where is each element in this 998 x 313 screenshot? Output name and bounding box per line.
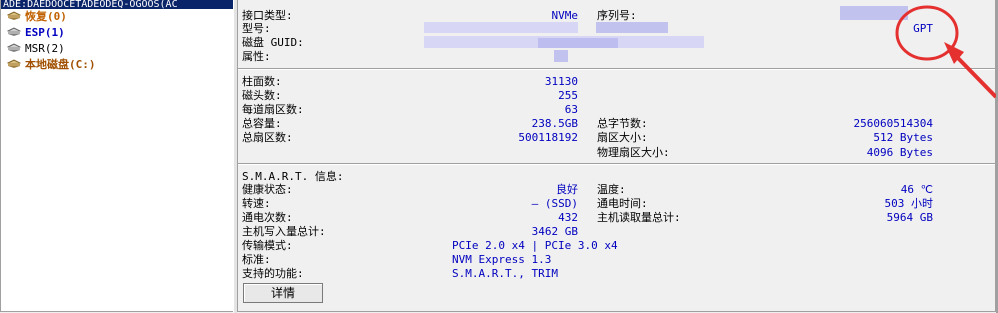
redacted-serial — [840, 6, 908, 20]
total-sectors-value: 500118192 — [518, 131, 578, 144]
supported-features-value: S.M.A.R.T., TRIM — [452, 267, 558, 280]
model-label: 型号: — [242, 22, 271, 35]
tree-item-recovery[interactable]: 恢复(0) — [1, 9, 233, 25]
capacity-label: 总容量: — [242, 117, 282, 130]
tree-item-msr[interactable]: MSR(2) — [1, 41, 233, 57]
sector-size-value: 512 Bytes — [873, 131, 933, 144]
sectors-per-track-label: 每道扇区数: — [242, 103, 304, 116]
total-bytes-label: 总字节数: — [597, 117, 648, 130]
health-value: 良好 — [556, 183, 578, 196]
disk-guid-label: 磁盘 GUID: — [242, 36, 304, 49]
tree-item-local-disk-c[interactable]: 本地磁盘(C:) — [1, 57, 233, 73]
transfer-mode-label: 传输模式: — [242, 239, 293, 252]
smart-title: S.M.A.R.T. 信息: — [242, 170, 344, 183]
physical-sector-size-value: 4096 Bytes — [866, 146, 933, 159]
tree-item-label: 本地磁盘(C:) — [25, 58, 96, 71]
tree-item-label: ESP(1) — [25, 26, 65, 39]
details-button[interactable]: 详情 — [243, 283, 323, 303]
interface-type-value: NVMe — [551, 9, 579, 22]
heads-value: 255 — [558, 89, 578, 102]
power-count-label: 通电次数: — [242, 211, 293, 224]
tree-item-label: MSR(2) — [25, 42, 65, 55]
host-read-label: 主机读取量总计: — [597, 211, 681, 224]
sectors-per-track-value: 63 — [564, 103, 578, 116]
partition-icon — [7, 11, 21, 21]
temperature-label: 温度: — [597, 183, 626, 196]
disk-info-panel: 接口类型: NVMe 序列号: 型号: GPT 磁盘 GUID: 属性: 柱面数… — [237, 0, 996, 312]
section-divider — [238, 163, 995, 165]
partition-icon — [7, 43, 21, 53]
attributes-label: 属性: — [242, 50, 271, 63]
partition-icon — [7, 59, 21, 69]
standard-value: NVM Express 1.3 — [452, 253, 552, 266]
section-divider — [238, 68, 995, 70]
disk-tree: ADE:DAEDOOCETADEODEQ-OGOOS(AC 恢复(0) ESP(… — [0, 0, 234, 312]
tree-item-disk-selected[interactable]: ADE:DAEDOOCETADEODEQ-OGOOS(AC — [1, 0, 233, 9]
transfer-mode-value: PCIe 2.0 x4 | PCIe 3.0 x4 — [452, 239, 618, 252]
redacted-guid-2 — [538, 38, 618, 48]
health-label: 健康状态: — [242, 183, 293, 196]
tree-item-esp[interactable]: ESP(1) — [1, 25, 233, 41]
power-on-time-value: 503 小时 — [884, 197, 934, 210]
redacted-model — [424, 22, 578, 33]
serial-number-label: 序列号: — [597, 9, 637, 22]
tree-item-label: 恢复(0) — [25, 10, 67, 23]
cylinders-label: 柱面数: — [242, 75, 282, 88]
capacity-value: 238.5GB — [531, 117, 578, 130]
redacted-model-2 — [596, 22, 668, 33]
host-read-value: 5964 GB — [886, 211, 933, 224]
heads-label: 磁头数: — [242, 89, 282, 102]
power-count-value: 432 — [558, 211, 578, 224]
supported-features-label: 支持的功能: — [242, 267, 304, 280]
interface-type-label: 接口类型: — [242, 9, 293, 22]
temperature-value: 46 ℃ — [900, 183, 933, 196]
cylinders-value: 31130 — [544, 75, 578, 88]
speed-label: 转速: — [242, 197, 271, 210]
partition-icon — [7, 27, 21, 37]
total-bytes-value: 256060514304 — [853, 117, 933, 130]
host-write-label: 主机写入量总计: — [242, 225, 326, 238]
total-sectors-label: 总扇区数: — [242, 131, 293, 144]
power-on-time-label: 通电时间: — [597, 197, 648, 210]
partition-style-value: GPT — [913, 22, 933, 35]
host-write-value: 3462 GB — [531, 225, 578, 238]
sector-size-label: 扇区大小: — [597, 131, 648, 144]
redacted-attributes — [554, 50, 568, 62]
standard-label: 标准: — [242, 253, 271, 266]
physical-sector-size-label: 物理扇区大小: — [597, 146, 670, 159]
speed-value: — (SSD) — [531, 197, 578, 210]
